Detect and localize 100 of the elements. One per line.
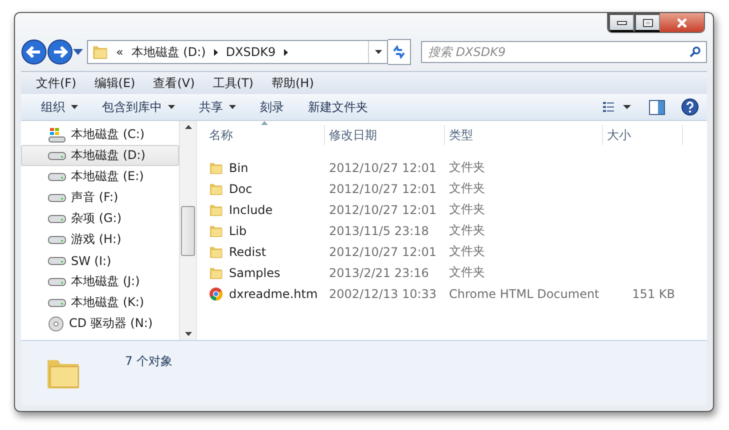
file-type: 文件夹 [448, 243, 486, 260]
sidebar-item[interactable]: 游戏 (H:) [21, 229, 179, 250]
drive-icon [48, 278, 66, 286]
back-button[interactable] [21, 39, 47, 65]
sidebar-item[interactable]: 杂项 (G:) [21, 208, 179, 229]
sidebar-item[interactable]: 声音 (F:) [21, 187, 179, 208]
drive-icon [48, 214, 66, 222]
refresh-button[interactable] [388, 39, 411, 65]
toolbar-button[interactable]: 刻录 [248, 98, 296, 116]
file-date: 2012/10/27 12:01 [328, 160, 438, 174]
refresh-icon [392, 45, 406, 59]
close-button[interactable] [660, 13, 704, 32]
file-type: 文件夹 [448, 264, 486, 281]
file-date: 2012/10/27 12:01 [328, 182, 438, 196]
file-date: 2013/11/5 23:18 [328, 224, 430, 238]
file-date: 2012/10/27 12:01 [328, 202, 438, 216]
file-date: 2013/2/21 23:16 [328, 266, 430, 280]
caret-icon [71, 105, 78, 109]
file-type: 文件夹 [448, 222, 486, 239]
scrollbar-thumb[interactable] [181, 206, 195, 256]
minimize-button[interactable] [608, 13, 634, 32]
toolbar-button[interactable]: 包含到库中 [90, 98, 187, 116]
menu-item[interactable]: 查看(V) [144, 74, 204, 92]
caret-icon [229, 105, 236, 109]
file-date: 2012/10/27 12:01 [328, 244, 438, 258]
sidebar-item[interactable]: 本地磁盘 (K:) [21, 292, 179, 313]
search-field[interactable]: 搜索 DXSDK9 [421, 41, 707, 63]
view-options-icon[interactable] [603, 101, 633, 113]
chevron-icon[interactable] [284, 48, 288, 56]
caret-icon [374, 50, 382, 54]
file-type: 文件夹 [448, 180, 486, 197]
file-name: Lib [229, 224, 247, 238]
toolbar-button[interactable]: 共享 [187, 98, 248, 116]
status-text: 7 个对象 [125, 353, 172, 370]
file-row[interactable]: Doc 2012/10/27 12:01 文件夹 [205, 178, 707, 199]
menu-item[interactable]: 帮助(H) [262, 74, 323, 92]
file-row[interactable]: dxreadme.htm 2002/12/13 10:33 Chrome HTML Document 151 KB [205, 283, 707, 304]
scroll-up-icon[interactable] [184, 125, 192, 129]
file-row[interactable]: Bin 2012/10/27 12:01 文件夹 [205, 157, 707, 178]
file-row[interactable]: Samples 2013/2/21 23:16 文件夹 [205, 262, 707, 283]
drive-icon [48, 298, 66, 306]
minimize-icon [616, 20, 626, 24]
column-header[interactable]: 修改日期 [325, 125, 445, 145]
file-name: Redist [229, 244, 266, 258]
file-row[interactable]: Redist 2012/10/27 12:01 文件夹 [205, 241, 707, 262]
column-header[interactable]: 大小 [603, 125, 683, 145]
address-bar[interactable]: « 本地磁盘 (D:) DXSDK9 [87, 40, 388, 64]
drive-icon [48, 256, 66, 264]
menu-item[interactable]: 编辑(E) [85, 74, 144, 92]
sidebar-item[interactable]: 本地磁盘 (E:) [21, 166, 179, 187]
chevron-icon[interactable] [214, 48, 218, 56]
sidebar-item[interactable]: CD 驱动器 (N:) [21, 313, 179, 334]
scroll-down-icon[interactable] [184, 332, 192, 336]
scrollbar[interactable] [179, 121, 196, 340]
preview-pane-icon[interactable] [649, 100, 665, 114]
file-size: 151 KB [631, 286, 676, 300]
file-type: 文件夹 [448, 201, 486, 218]
sidebar-item[interactable]: 本地磁盘 (J:) [21, 271, 179, 292]
overflow-chevron[interactable]: « [116, 45, 124, 59]
folder-icon [209, 266, 223, 280]
file-name: dxreadme.htm [229, 286, 318, 300]
history-dropdown-icon[interactable] [73, 49, 83, 55]
column-header[interactable]: 类型 [445, 125, 603, 145]
breadcrumb[interactable]: 本地磁盘 (D:) [131, 44, 206, 60]
maximize-button[interactable] [634, 13, 660, 32]
file-row[interactable]: Lib 2013/11/5 23:18 文件夹 [205, 220, 707, 241]
sidebar-item[interactable]: SW (I:) [21, 250, 179, 271]
file-name: Include [229, 202, 273, 216]
maximize-icon [642, 18, 652, 26]
file-row[interactable]: Include 2012/10/27 12:01 文件夹 [205, 199, 707, 220]
browser-icon [209, 286, 223, 300]
close-icon [676, 18, 688, 28]
sort-arrow-icon [261, 121, 268, 125]
drive-icon [48, 126, 66, 142]
help-icon[interactable] [681, 98, 699, 116]
file-name: Doc [229, 182, 252, 196]
file-name: Bin [229, 160, 248, 174]
breadcrumb[interactable]: DXSDK9 [226, 45, 276, 59]
folder-icon [209, 202, 223, 216]
folder-icon [209, 160, 223, 174]
menu-item[interactable]: 工具(T) [204, 74, 262, 92]
file-type: Chrome HTML Document [448, 286, 600, 300]
sidebar-item[interactable]: 本地磁盘 (C:) [21, 124, 179, 145]
file-type: 文件夹 [448, 159, 486, 176]
drive-icon [48, 172, 66, 180]
toolbar-button[interactable]: 新建文件夹 [296, 98, 380, 116]
disc-icon [48, 316, 64, 332]
file-date: 2002/12/13 10:33 [328, 286, 438, 300]
search-icon [689, 46, 701, 58]
caret-icon [168, 105, 175, 109]
folder-icon [209, 224, 223, 238]
toolbar-button[interactable]: 组织 [29, 98, 90, 116]
menu-item[interactable]: 文件(F) [27, 74, 86, 92]
forward-button[interactable] [47, 39, 73, 65]
folder-icon [209, 244, 223, 258]
folder-icon [209, 182, 223, 196]
drive-icon [48, 236, 66, 244]
drive-icon [48, 194, 66, 202]
sidebar-item[interactable]: 本地磁盘 (D:) [21, 145, 179, 166]
file-name: Samples [229, 266, 280, 280]
